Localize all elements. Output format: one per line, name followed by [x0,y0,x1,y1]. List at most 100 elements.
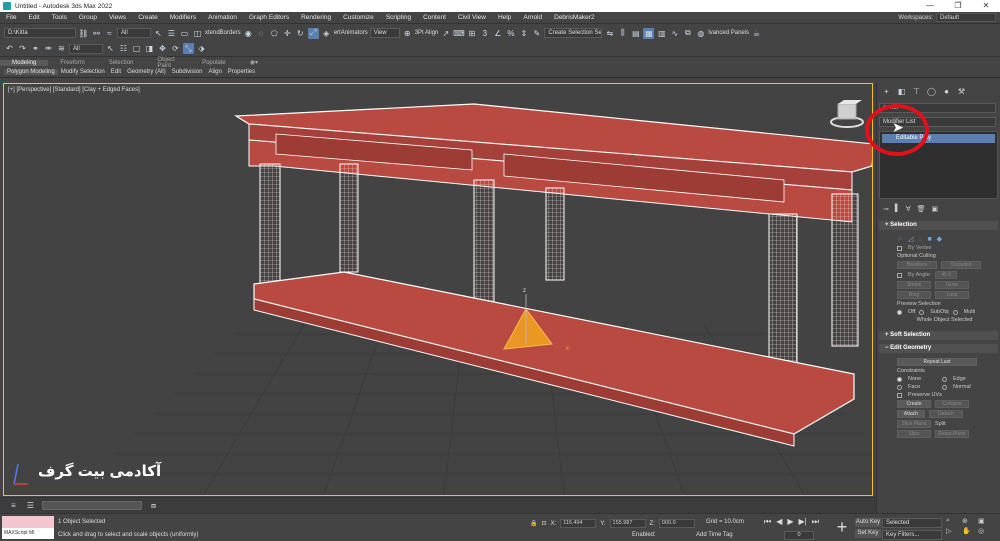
configure-sets-icon[interactable]: ▣ [932,205,939,213]
occluded-button[interactable]: Occluded [941,261,981,269]
extend-borders-label[interactable]: xtendBorders [205,30,241,36]
auto-key-button[interactable]: Auto Key [855,518,881,527]
tab-freeform[interactable]: Freeform [48,60,96,66]
animators-label[interactable]: ertAnimators [334,30,368,36]
move-icon[interactable]: ✛ [282,28,293,39]
constraint-normal-radio[interactable]: Normal [953,384,971,390]
go-to-start-icon[interactable]: ⏮ [764,517,771,527]
unlink-chain-icon[interactable]: ⚮ [43,43,54,54]
select-by-name-icon[interactable]: ☰ [166,28,177,39]
lasso-icon[interactable]: ◌ [256,28,267,39]
modify-tab-icon[interactable]: ◧ [897,87,906,96]
by-vertex-checkbox[interactable]: By Vertex [908,245,932,251]
create-selection-set-dropdown[interactable]: Create Selection Se [544,28,603,38]
motion-tab-icon[interactable]: ◯ [927,87,936,96]
advanced-panels-label[interactable]: lvanced Panels [708,30,749,36]
slice-plane-button[interactable]: Slice Plane [897,420,931,428]
grow-button[interactable]: Grow [935,281,969,289]
zoom-extents-icon[interactable]: ▣ [978,517,992,525]
ribbon-polygon-modeling[interactable]: Polygon Modeling [4,69,58,75]
undo-icon[interactable]: ↶ [4,43,15,54]
tab-modeling[interactable]: Modeling [0,59,49,66]
layer-stack-icon[interactable]: ☰ [25,500,36,511]
paint-select-icon[interactable]: ◉ [243,28,254,39]
backface-button[interactable]: Backface [897,261,937,269]
set-key-button[interactable]: Set Key [855,529,881,538]
menu-create[interactable]: Create [132,14,164,21]
time-slider[interactable] [42,501,142,510]
fov-icon[interactable]: ▷ [946,527,960,535]
current-frame-field[interactable]: 0 [784,531,814,540]
orbit-icon[interactable]: ◎ [978,527,992,535]
layer-toggle-icon[interactable]: ≡ [8,500,19,511]
ribbon-edit[interactable]: Edit [108,69,124,75]
utilities-tab-icon[interactable]: ⚒ [957,87,966,96]
edit-geometry-rollout-header[interactable]: − Edit Geometry [879,344,998,353]
scene-layers-icon[interactable]: ⧈ [148,500,159,511]
menu-civil-view[interactable]: Civil View [452,14,492,21]
crossing-icon[interactable]: ◨ [144,43,155,54]
toggle-ribbon-icon[interactable]: ▥ [656,28,667,39]
material-editor-icon[interactable]: ◍ [695,28,706,39]
ribbon-properties[interactable]: Properties [225,69,258,75]
go-to-end-icon[interactable]: ⏭ [812,517,819,527]
viewport-scene[interactable]: z x [4,84,873,496]
teapot-render-icon[interactable]: ☕ [751,28,762,39]
ribbon-options-icon[interactable]: ◉▾ [238,59,270,66]
tab-populate[interactable]: Populate [190,60,238,66]
menu-graph-editors[interactable]: Graph Editors [243,14,295,21]
show-end-result-icon[interactable]: ▌ [895,205,900,213]
unlink-icon[interactable]: ⚯ [91,28,102,39]
selected-dropdown[interactable]: Selected [882,518,942,528]
selection-rollout-header[interactable]: + Selection [879,221,998,230]
constraint-none-radio[interactable]: None [908,376,938,382]
set-key-plus-icon[interactable]: + [832,517,852,537]
add-time-tag[interactable]: Add Time Tag [696,532,733,538]
preview-multi-radio[interactable]: Multi [964,309,976,315]
edge-mode-icon[interactable]: ◿ [908,235,913,243]
toggle-scene-explorer-icon[interactable]: ▤ [630,28,641,39]
viewport-label[interactable]: [+] [Perspective] [Standard] [Clay + Edg… [8,87,140,93]
percent-snap-icon[interactable]: % [505,28,516,39]
edit-named-sel-icon[interactable]: ✎ [531,28,542,39]
absolute-mode-icon[interactable]: ⊡ [541,520,546,527]
select-object-icon[interactable]: ↖ [153,28,164,39]
rect-region-icon[interactable]: ▢ [131,43,142,54]
constraint-edge-radio[interactable]: Edge [953,376,966,382]
select-icon[interactable]: ↖ [105,43,116,54]
select-manip-icon[interactable]: ↗ [440,28,451,39]
polygon-mode-icon[interactable]: ■ [927,236,931,243]
menu-customize[interactable]: Customize [337,14,380,21]
curve-editor-icon[interactable]: ∿ [669,28,680,39]
move-tool-icon[interactable]: ✥ [157,43,168,54]
key-filters-button[interactable]: Key Filters... [882,530,942,540]
repeat-last-button[interactable]: Repeat Last [897,358,977,366]
preview-off-radio[interactable]: Off [908,309,915,315]
play-icon[interactable]: ▶ [787,517,793,527]
border-mode-icon[interactable]: ◌ [918,236,922,243]
tab-selection[interactable]: Selection [97,60,146,66]
schematic-view-icon[interactable]: ⧉ [682,28,693,39]
threept-align-label[interactable]: 3Pt Align [415,30,439,36]
rotate-icon[interactable]: ↻ [295,28,306,39]
ring-button[interactable]: Ring [897,291,931,299]
shrink-button[interactable]: Shrink [897,281,931,289]
pivot-icon[interactable]: ⊕ [402,28,413,39]
create-tab-icon[interactable]: + [882,87,891,96]
menu-debrismaker[interactable]: DebrisMaker2 [548,14,600,21]
z-coordinate-field[interactable]: 000.0 [658,519,695,528]
element-mode-icon[interactable]: ◆ [937,235,942,243]
remove-modifier-icon[interactable]: 🗑 [917,205,926,213]
link-chain-icon[interactable]: ⚭ [30,43,41,54]
mirror-icon[interactable]: ⇋ [604,28,615,39]
reset-plane-button[interactable]: Reset Plane [935,430,969,438]
zoom-all-icon[interactable]: ⊕ [962,517,976,525]
spinner-snap-icon[interactable]: ⇕ [518,28,529,39]
close-button[interactable]: ✕ [972,0,1000,12]
by-angle-value[interactable]: 45.0 [935,271,958,279]
display-tab-icon[interactable]: ● [942,87,951,96]
menu-help[interactable]: Help [492,14,517,21]
menu-edit[interactable]: Edit [22,14,45,21]
hierarchy-tab-icon[interactable]: ⊤ [912,87,921,96]
menu-tools[interactable]: Tools [46,14,73,21]
